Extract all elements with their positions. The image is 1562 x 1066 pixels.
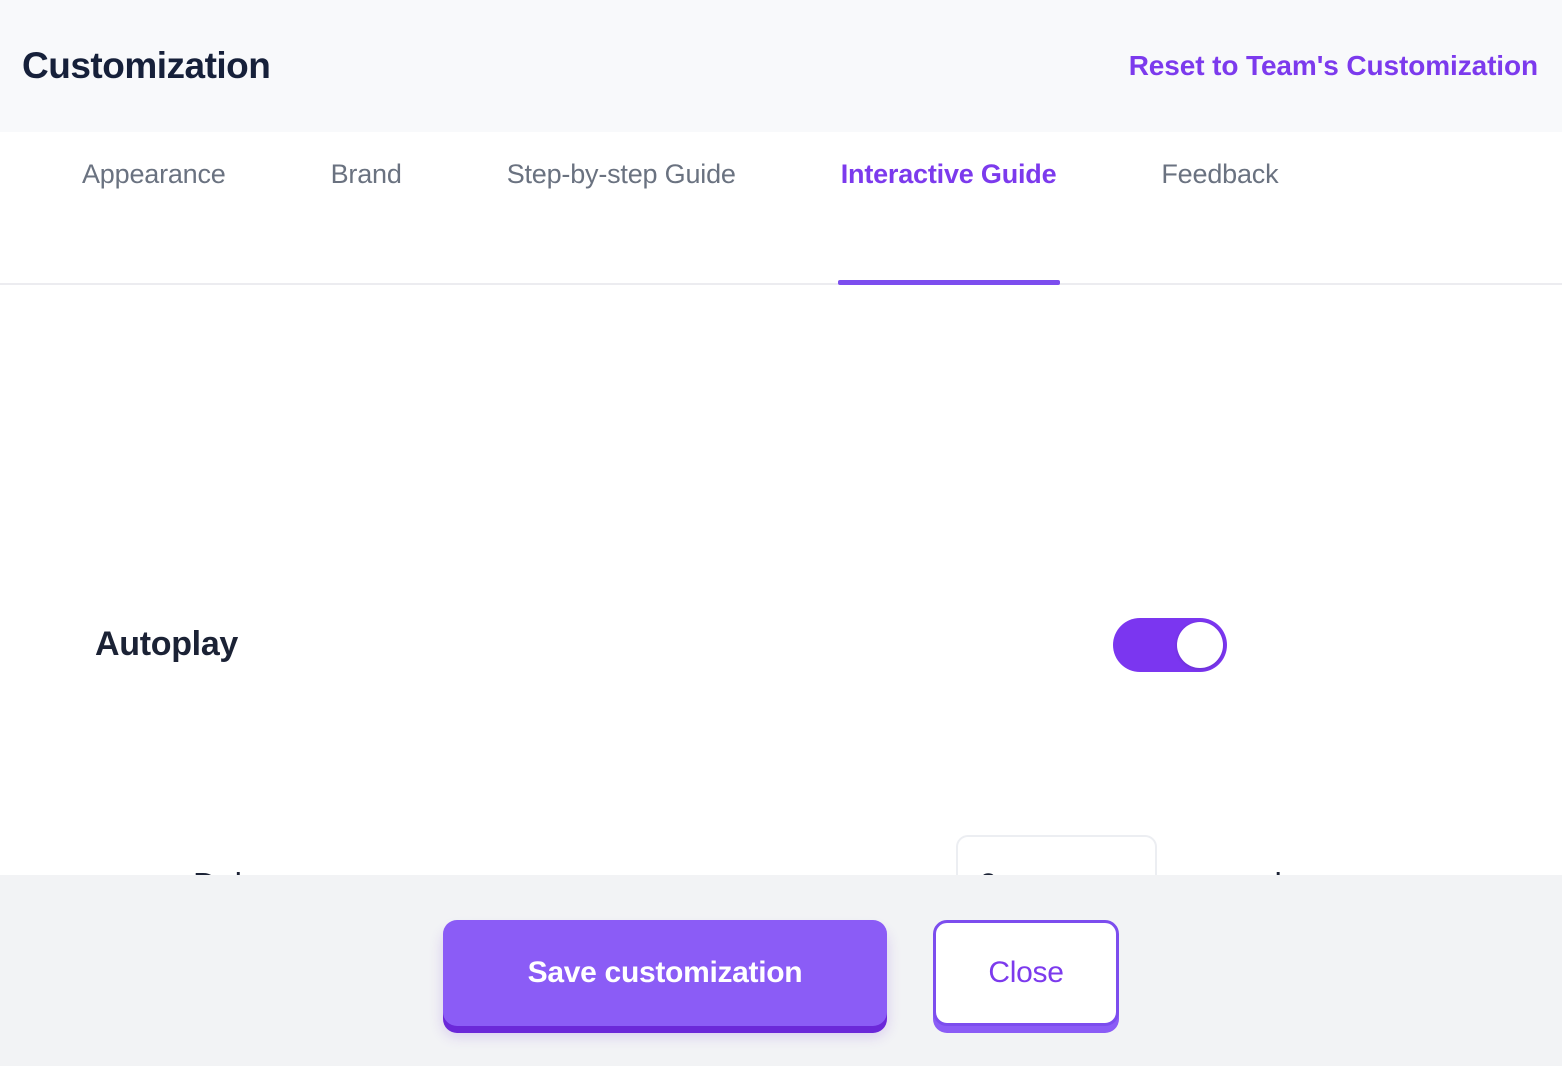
toggle-knob — [1177, 622, 1223, 668]
tab-brand[interactable]: Brand — [331, 132, 402, 283]
save-customization-button[interactable]: Save customization — [443, 920, 887, 1026]
tab-feedback[interactable]: Feedback — [1161, 132, 1278, 283]
delay-unit-label: seconds — [1177, 866, 1298, 875]
reset-to-team-customization-link[interactable]: Reset to Team's Customization — [1129, 50, 1538, 82]
tab-appearance[interactable]: Appearance — [82, 132, 226, 283]
tab-interactive-guide[interactable]: Interactive Guide — [837, 132, 1061, 285]
delay-input[interactable] — [956, 835, 1157, 875]
autoplay-control — [1113, 618, 1227, 672]
customization-modal: Customization Reset to Team's Customizat… — [0, 0, 1562, 1066]
modal-footer: Save customization Close — [0, 875, 1562, 1066]
tab-bar: Appearance Brand Step-by-step Guide Inte… — [0, 132, 1562, 285]
page-title: Customization — [22, 44, 271, 86]
autoplay-toggle[interactable] — [1113, 618, 1227, 672]
tab-step-by-step-guide[interactable]: Step-by-step Guide — [507, 132, 736, 283]
settings-panel: Autoplay Delay seconds Loop — [0, 285, 1562, 875]
setting-row-delay: Delay seconds — [0, 830, 1562, 875]
delay-control: seconds — [956, 835, 1298, 875]
setting-row-autoplay: Autoplay — [0, 607, 1562, 683]
autoplay-label: Autoplay — [95, 625, 239, 664]
modal-header: Customization Reset to Team's Customizat… — [0, 0, 1562, 132]
delay-label: Delay — [193, 866, 276, 875]
close-button[interactable]: Close — [933, 920, 1119, 1026]
